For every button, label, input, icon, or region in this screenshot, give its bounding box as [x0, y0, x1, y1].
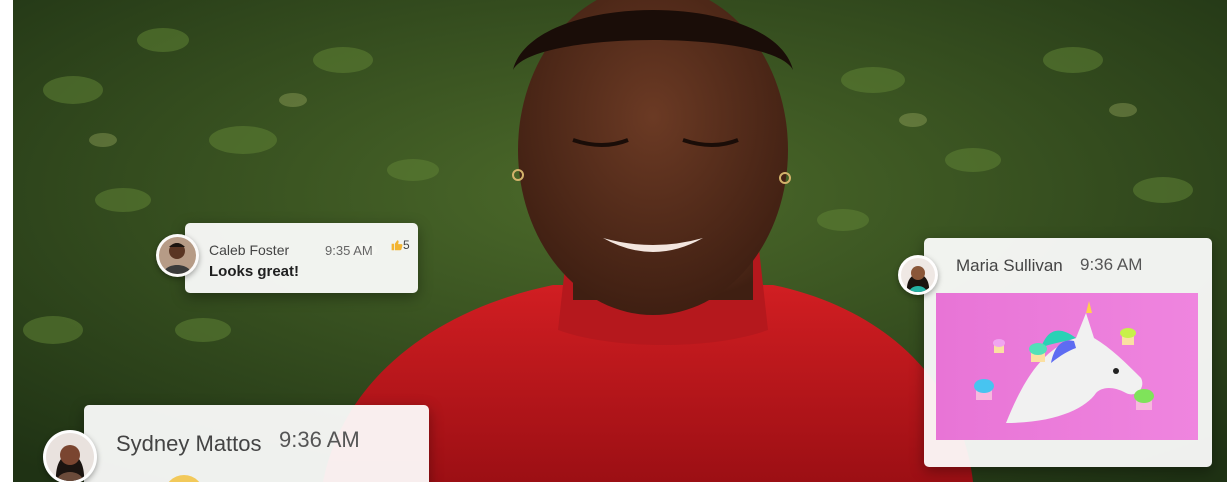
- message-text: Looks great!: [209, 263, 300, 280]
- sender-name: Sydney Mattos: [116, 431, 262, 456]
- chat-bubble-caleb[interactable]: Caleb Foster 9:35 AM 5 Looks great!: [185, 223, 418, 293]
- avatar-sydney: [43, 430, 97, 482]
- chat-bubble-sydney[interactable]: Sydney Mattos 9:36 AM: [84, 405, 429, 482]
- message-timestamp: 9:35 AM: [325, 243, 373, 258]
- avatar-maria: [898, 255, 938, 295]
- video-background-scene: Caleb Foster 9:35 AM 5 Looks great! Mari…: [13, 0, 1227, 482]
- sender-name: Maria Sullivan: [956, 256, 1063, 275]
- sender-name: Caleb Foster: [209, 242, 290, 258]
- message-timestamp: 9:36 AM: [279, 427, 360, 452]
- message-preview: [164, 475, 204, 482]
- unicorn-gif-attachment[interactable]: [936, 293, 1198, 440]
- reaction-badge[interactable]: 5: [390, 238, 410, 252]
- thumbs-up-icon: [391, 240, 403, 251]
- message-timestamp: 9:36 AM: [1080, 255, 1143, 274]
- avatar-caleb: [156, 234, 199, 277]
- reaction-count: 5: [403, 238, 410, 252]
- chat-bubble-maria[interactable]: Maria Sullivan 9:36 AM: [924, 238, 1212, 467]
- unicorn-image: [974, 301, 1154, 423]
